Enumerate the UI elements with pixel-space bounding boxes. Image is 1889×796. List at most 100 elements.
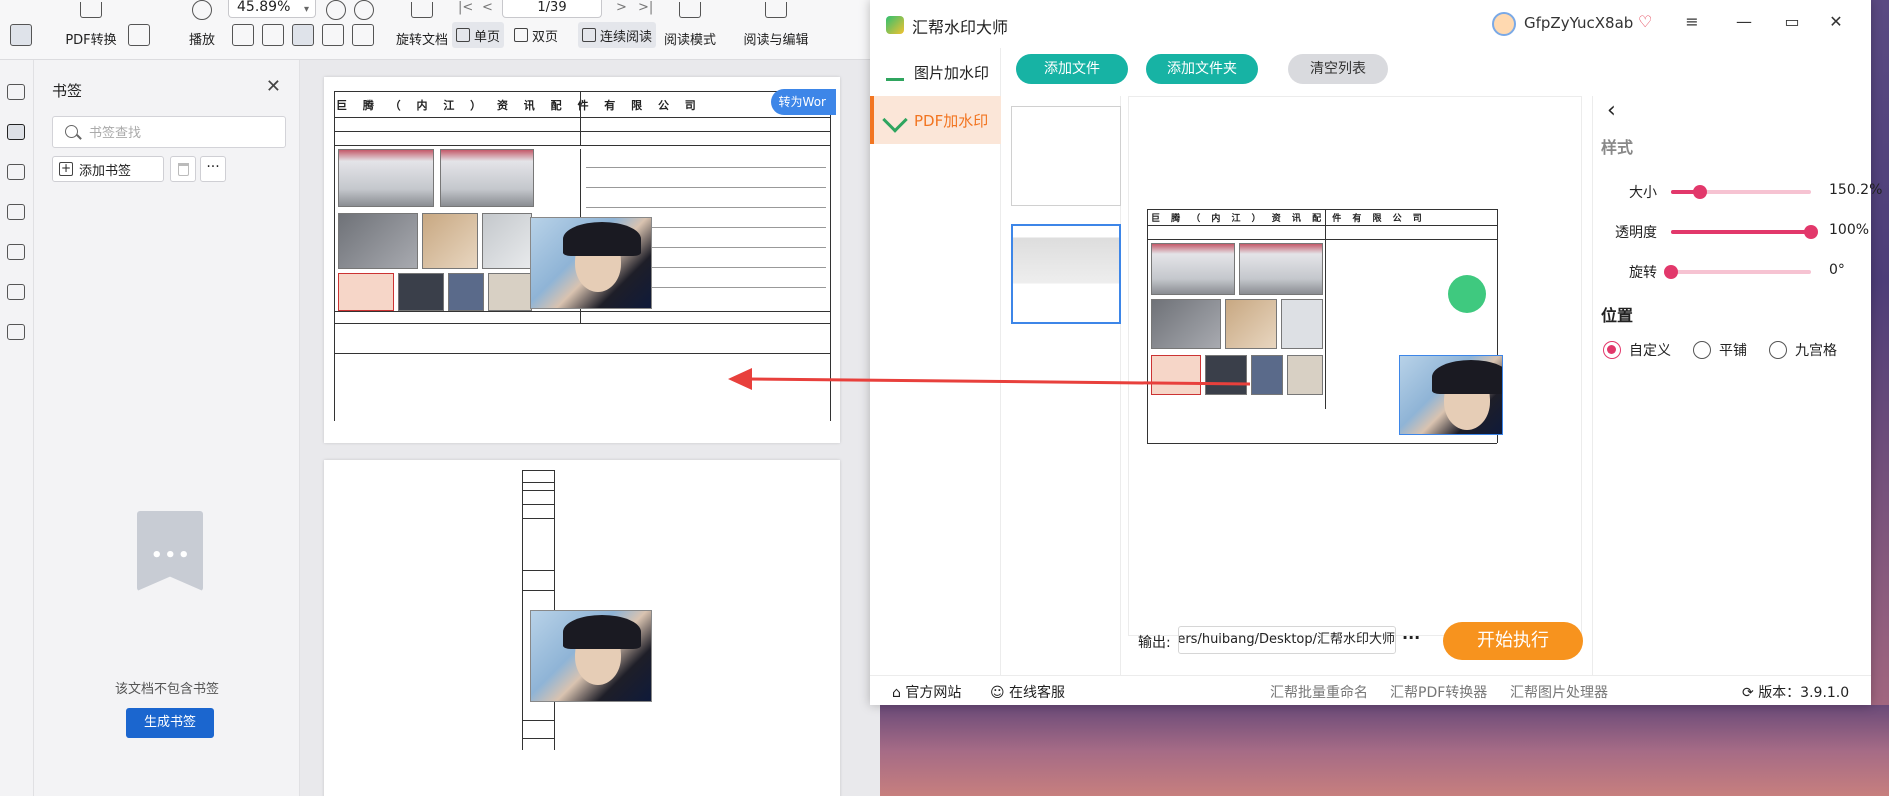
back-arrow-icon[interactable]: ‹ xyxy=(1607,98,1616,123)
page-number-input[interactable]: 1/39 xyxy=(502,0,602,18)
rotate-right-icon[interactable] xyxy=(352,24,374,46)
image-processor-link[interactable]: 汇帮图片处理器 xyxy=(1510,682,1608,702)
close-icon[interactable]: ✕ xyxy=(266,76,281,97)
select-cursor-icon[interactable] xyxy=(10,24,32,46)
signature-icon[interactable] xyxy=(7,284,25,300)
preview-photo-2 xyxy=(1239,243,1323,295)
preview-photo-3 xyxy=(1151,299,1221,349)
generate-bookmark-button[interactable]: 生成书签 xyxy=(126,708,214,738)
first-page-icon[interactable]: |< xyxy=(458,0,473,15)
size-slider[interactable] xyxy=(1671,185,1811,199)
watermark-image-preview[interactable] xyxy=(1399,355,1503,435)
outline-icon[interactable] xyxy=(7,84,25,100)
copy-icon[interactable] xyxy=(128,24,150,46)
add-bookmark-button[interactable]: + 添加书签 xyxy=(52,156,164,182)
start-button[interactable]: 开始执行 xyxy=(1443,622,1583,660)
single-page-icon xyxy=(456,28,470,42)
bookmark-search-input[interactable] xyxy=(89,123,279,143)
desktop-wallpaper-edge xyxy=(1871,0,1889,705)
rotate-label: 旋转 xyxy=(1629,265,1657,281)
minimize-icon[interactable]: — xyxy=(1732,12,1756,31)
actual-size-icon[interactable] xyxy=(232,24,254,46)
single-page-button[interactable]: 单页 xyxy=(452,22,505,48)
menu-icon[interactable]: ≡ xyxy=(1680,12,1704,31)
website-link[interactable]: ⌂ 官方网站 xyxy=(892,682,961,702)
preview-photo-6 xyxy=(1151,355,1201,395)
batch-rename-link[interactable]: 汇帮批量重命名 xyxy=(1270,682,1368,702)
file-thumbnail-selected[interactable] xyxy=(1011,224,1121,324)
username[interactable]: GfpZyYucX8ab xyxy=(1524,14,1633,32)
preview-photo-1 xyxy=(1151,243,1235,295)
browse-output-button[interactable]: ··· xyxy=(1402,628,1420,647)
rotate-document-button[interactable]: 旋转文档 xyxy=(384,0,460,60)
drag-handle[interactable] xyxy=(1448,275,1486,313)
rotate-slider-knob[interactable] xyxy=(1664,265,1678,279)
double-page-button[interactable]: 双页 xyxy=(510,22,562,48)
prev-page-icon[interactable]: < xyxy=(482,0,493,15)
add-folder-button[interactable]: 添加文件夹 xyxy=(1146,54,1258,84)
zoom-in-icon[interactable] xyxy=(354,0,374,20)
close-icon[interactable]: ✕ xyxy=(1824,12,1848,31)
zoom-out-icon[interactable] xyxy=(326,0,346,20)
continuous-read-button[interactable]: 连续阅读 xyxy=(578,22,657,48)
watermark-image-page1[interactable] xyxy=(530,217,652,309)
thumbnail-icon[interactable] xyxy=(7,164,25,180)
comment-icon[interactable] xyxy=(7,204,25,220)
position-tile-radio[interactable]: 平铺 xyxy=(1693,340,1747,360)
app-sidebar: 图片加水印 PDF加水印 xyxy=(870,48,1001,675)
pdf-converter-link[interactable]: 汇帮PDF转换器 xyxy=(1390,682,1487,702)
zoom-select[interactable]: 45.89% ▾ xyxy=(228,0,316,18)
pdf-convert-button[interactable]: PDF转换 xyxy=(56,0,126,60)
add-file-button[interactable]: 添加文件 xyxy=(1016,54,1128,84)
opacity-slider[interactable] xyxy=(1671,225,1818,239)
output-label: 输出: xyxy=(1138,635,1171,651)
version-label: ⟳ 版本：3.9.1.0 xyxy=(1742,685,1850,701)
label-photo-3 xyxy=(448,273,484,311)
bookmark-more-button[interactable]: ··· xyxy=(200,156,226,182)
read-mode-button[interactable]: 阅读模式 xyxy=(662,0,718,60)
radio-selected-icon xyxy=(1603,341,1621,359)
delete-bookmark-button[interactable] xyxy=(170,156,196,182)
opacity-slider-knob[interactable] xyxy=(1804,225,1818,239)
support-link[interactable]: ☺ 在线客服 xyxy=(990,682,1065,702)
document-view[interactable]: 巨 腾 （ 内 江 ） 资 讯 配 件 有 限 公 司 转为Wor xyxy=(300,60,880,796)
play-icon xyxy=(192,0,212,20)
chevron-down-icon: ▾ xyxy=(303,4,309,15)
position-nine-grid-radio[interactable]: 九宫格 xyxy=(1769,340,1837,360)
size-slider-knob[interactable] xyxy=(1693,185,1708,199)
clear-list-button[interactable]: 清空列表 xyxy=(1288,54,1388,84)
convert-to-word-button[interactable]: 转为Wor xyxy=(770,89,836,115)
attachment-icon[interactable] xyxy=(7,244,25,260)
avatar[interactable] xyxy=(1492,12,1516,36)
position-custom-radio[interactable]: 自定义 xyxy=(1603,340,1671,360)
play-button[interactable]: 播放 xyxy=(184,0,220,60)
output-path-field[interactable]: C:/Users/huibang/Desktop/汇帮水印大师 xyxy=(1178,626,1396,654)
fit-width-icon[interactable] xyxy=(292,24,314,46)
preview-photo-7 xyxy=(1205,355,1247,395)
preview-photo-5 xyxy=(1281,299,1323,349)
read-edit-button[interactable]: 阅读与编辑 xyxy=(736,0,816,60)
opacity-slider-row: 透明度 100% xyxy=(1601,220,1872,244)
watermark-image-page2[interactable] xyxy=(530,610,652,702)
watermark-preview[interactable]: 巨 腾 （ 内 江 ） 资 讯 配 件 有 限 公 司 xyxy=(1128,96,1582,636)
bookmark-icon[interactable] xyxy=(7,124,25,140)
next-page-icon[interactable]: > xyxy=(616,0,627,15)
rotate-document-icon xyxy=(411,2,433,18)
preview-doc-title: 巨 腾 （ 内 江 ） 资 讯 配 件 有 限 公 司 xyxy=(1151,214,1426,224)
last-page-icon[interactable]: >| xyxy=(638,0,653,15)
fit-page-icon[interactable] xyxy=(262,24,284,46)
rotate-slider[interactable] xyxy=(1664,265,1811,279)
nav-pdf-watermark[interactable]: PDF加水印 xyxy=(870,96,1001,144)
maximize-icon[interactable]: ▭ xyxy=(1780,12,1804,31)
desktop-wallpaper xyxy=(880,705,1889,796)
rotate-left-icon[interactable] xyxy=(322,24,344,46)
plus-icon: + xyxy=(59,161,73,176)
app-logo-icon xyxy=(886,16,904,34)
keyboard-photo-1 xyxy=(338,149,434,207)
layers-icon[interactable] xyxy=(7,324,25,340)
nav-image-watermark[interactable]: 图片加水印 xyxy=(870,48,1001,96)
pdf-reader: PDF转换 播放 45.89% ▾ 旋转文档 |< < 1/39 > >| 单页 … xyxy=(0,0,880,796)
vip-diamond-icon[interactable]: ♡ xyxy=(1638,12,1652,31)
file-thumbnail[interactable] xyxy=(1011,106,1121,206)
size-slider-row: 大小 150.2% xyxy=(1601,180,1882,204)
